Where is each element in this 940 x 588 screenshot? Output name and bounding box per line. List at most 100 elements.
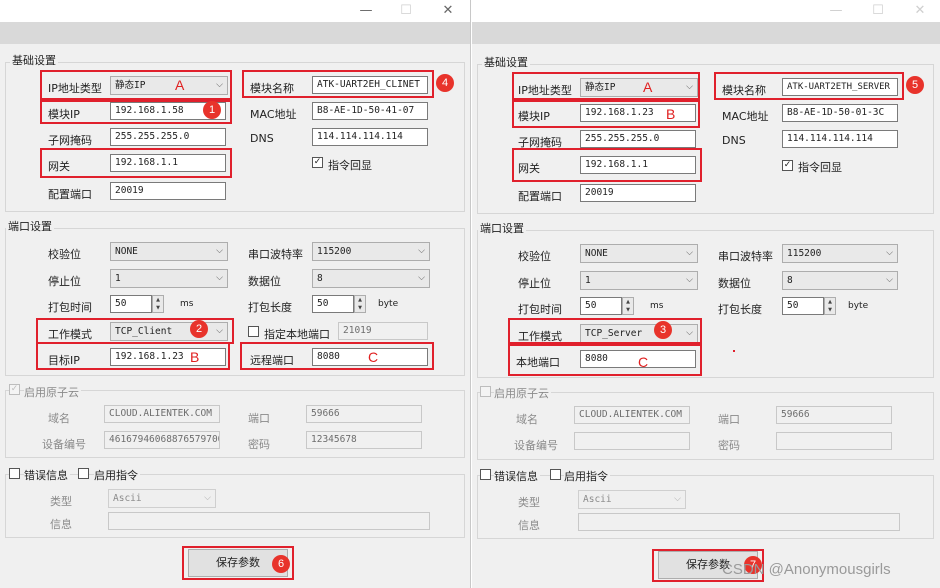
info-label: 信息: [518, 519, 540, 532]
echo-checkbox[interactable]: ✓: [312, 157, 323, 168]
basic-settings-title: 基础设置: [482, 54, 530, 70]
cloud-port-input[interactable]: 59666: [306, 405, 422, 423]
annotation-badge-2: 2: [190, 320, 208, 338]
maximize-icon[interactable]: ☐: [864, 2, 892, 20]
domain-input[interactable]: CLOUD.ALIENTEK.COM: [574, 406, 690, 424]
config-port-input[interactable]: 20019: [110, 182, 226, 200]
mac-label: MAC地址: [250, 108, 297, 121]
baud-label: 串口波特率: [248, 248, 303, 261]
chevron-down-icon: ⌵: [418, 246, 425, 256]
echo-label: 指令回显: [328, 159, 372, 172]
databits-select[interactable]: 8 ⌵: [312, 269, 430, 288]
left-config-window: — ☐ ✕ 基础设置 IP地址类型 静态IP ⌵ 模块名称 ATK-UART2EH…: [0, 0, 471, 588]
annotation-badge-6: 6: [272, 555, 290, 573]
title-bar: — ☐ ✕: [472, 0, 940, 22]
close-icon[interactable]: ✕: [434, 2, 462, 20]
chevron-down-icon: ⌵: [886, 275, 893, 285]
annotation-badge-3: 3: [654, 321, 672, 339]
minimize-icon[interactable]: —: [822, 2, 850, 20]
annotation-badge-5: 5: [906, 76, 924, 94]
cloud-port-input[interactable]: 59666: [776, 406, 892, 424]
chevron-down-icon: ⌵: [686, 248, 693, 258]
stray-mark: [733, 350, 735, 352]
cloud-label: 启用原子云: [24, 384, 81, 400]
title-bar: — ☐ ✕: [0, 0, 470, 22]
annotation-box-work-mode: [508, 318, 702, 344]
chevron-down-icon: ⌵: [686, 275, 693, 285]
close-icon[interactable]: ✕: [906, 2, 934, 20]
password-input[interactable]: 12345678: [306, 431, 422, 449]
mac-input[interactable]: B8-AE-1D-50-41-07: [312, 102, 428, 120]
pack-time-input[interactable]: 50: [110, 295, 152, 313]
cloud-checkbox[interactable]: ✓: [9, 384, 20, 395]
local-port-checkbox[interactable]: [248, 326, 259, 337]
cmd-enable-checkbox[interactable]: [78, 468, 89, 479]
pack-time-spinner[interactable]: ▲ ▼: [152, 295, 164, 313]
info-input[interactable]: [108, 512, 430, 530]
csdn-watermark: CSDN @Anonymousgirls: [722, 561, 891, 578]
config-port-label: 配置端口: [48, 188, 92, 201]
dns-input[interactable]: 114.114.114.114: [782, 130, 898, 148]
pack-len-label: 打包长度: [718, 303, 762, 316]
cmd-enable-label: 启用指令: [94, 467, 140, 483]
annotation-box-remote-port: [240, 342, 434, 370]
baud-select[interactable]: 115200 ⌵: [782, 244, 898, 263]
pack-len-spinner[interactable]: ▲ ▼: [354, 295, 366, 313]
device-id-label: 设备编号: [514, 439, 558, 452]
echo-checkbox[interactable]: ✓: [782, 160, 793, 171]
annotation-box-local-port: [508, 344, 702, 376]
error-info-checkbox[interactable]: [9, 468, 20, 479]
cloud-port-label: 端口: [248, 412, 270, 425]
port-settings-title: 端口设置: [478, 220, 526, 236]
pack-time-input[interactable]: 50: [580, 297, 622, 315]
info-input[interactable]: [578, 513, 900, 531]
pack-len-input[interactable]: 50: [782, 297, 824, 315]
pack-time-spinner[interactable]: ▲ ▼: [622, 297, 634, 315]
mac-input[interactable]: B8-AE-1D-50-01-3C: [782, 104, 898, 122]
chevron-down-icon: ⌵: [886, 248, 893, 258]
annotation-box-gateway: [512, 148, 702, 182]
dns-input[interactable]: 114.114.114.114: [312, 128, 428, 146]
stopbits-select[interactable]: 1 ⌵: [580, 271, 698, 290]
port-settings-title: 端口设置: [6, 218, 54, 234]
chevron-down-icon: ⌵: [216, 273, 223, 283]
error-info-checkbox[interactable]: [480, 469, 491, 480]
error-info-label: 错误信息: [494, 468, 540, 484]
cloud-checkbox[interactable]: [480, 386, 491, 397]
annotation-letter-a: A: [643, 79, 653, 95]
subnet-input[interactable]: 255.255.255.0: [580, 130, 696, 148]
info-label: 信息: [50, 518, 72, 531]
device-id-input[interactable]: 46167946068876579700: [104, 431, 220, 449]
stopbits-label: 停止位: [518, 277, 551, 290]
type-select[interactable]: Ascii ⌵: [108, 489, 216, 508]
parity-label: 校验位: [518, 250, 551, 263]
config-port-input[interactable]: 20019: [580, 184, 696, 202]
cmd-enable-checkbox[interactable]: [550, 469, 561, 480]
type-select[interactable]: Ascii ⌵: [578, 490, 686, 509]
device-id-input[interactable]: [574, 432, 690, 450]
annotation-box-gateway: [40, 148, 232, 178]
maximize-icon[interactable]: ☐: [392, 2, 420, 20]
baud-label: 串口波特率: [718, 250, 773, 263]
stopbits-select[interactable]: 1 ⌵: [110, 269, 228, 288]
domain-input[interactable]: CLOUD.ALIENTEK.COM: [104, 405, 220, 423]
pack-len-unit: byte: [848, 301, 869, 311]
type-label: 类型: [50, 495, 72, 508]
annotation-box-target-ip: [36, 342, 230, 370]
device-id-label: 设备编号: [42, 438, 86, 451]
echo-label: 指令回显: [798, 161, 842, 174]
pack-len-spinner[interactable]: ▲ ▼: [824, 297, 836, 315]
parity-select[interactable]: NONE ⌵: [580, 244, 698, 263]
minimize-icon[interactable]: —: [352, 2, 380, 20]
mac-label: MAC地址: [722, 110, 769, 123]
databits-select[interactable]: 8 ⌵: [782, 271, 898, 290]
pack-time-label: 打包时间: [48, 301, 92, 314]
local-port-input[interactable]: 21019: [338, 322, 428, 340]
password-label: 密码: [718, 439, 740, 452]
pack-len-input[interactable]: 50: [312, 295, 354, 313]
header-strip: [0, 22, 470, 44]
parity-select[interactable]: NONE ⌵: [110, 242, 228, 261]
subnet-input[interactable]: 255.255.255.0: [110, 128, 226, 146]
baud-select[interactable]: 115200 ⌵: [312, 242, 430, 261]
password-input[interactable]: [776, 432, 892, 450]
